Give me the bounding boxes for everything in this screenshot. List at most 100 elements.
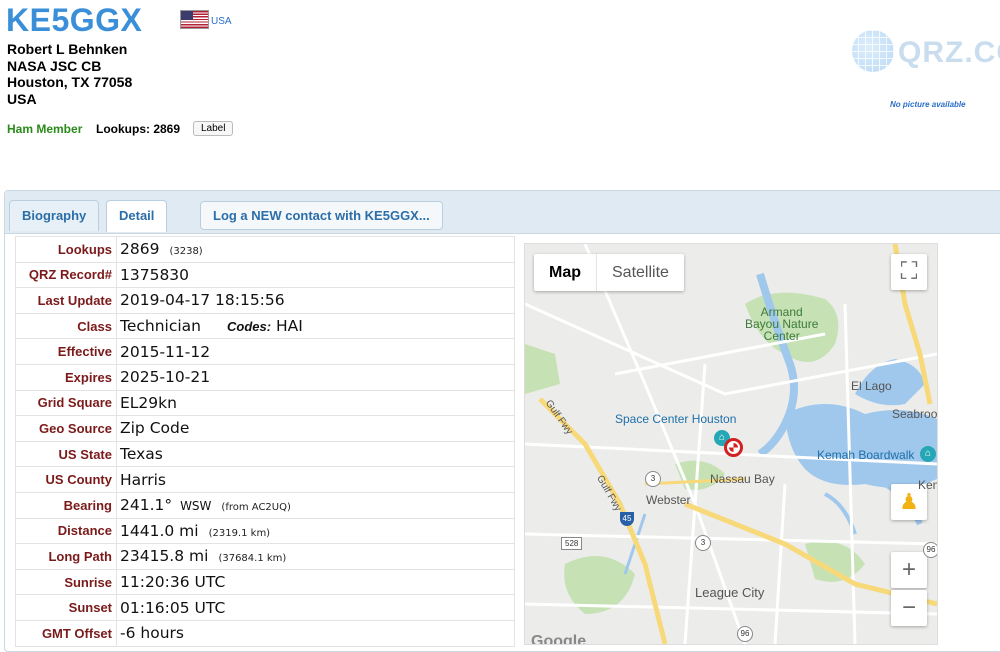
zoom-in-button[interactable]: + bbox=[891, 552, 927, 588]
field-label: US State bbox=[15, 440, 117, 468]
table-row: Sunset 01:16:05 UTC bbox=[15, 594, 515, 621]
address-block: Robert L Behnken NASA JSC CB Houston, TX… bbox=[7, 41, 132, 107]
table-row: Long Path 23415.8 mi (37684.1 km) bbox=[15, 543, 515, 570]
field-label: Class bbox=[15, 312, 117, 340]
table-row: Bearing 241.1° WSW (from AC2UQ) bbox=[15, 491, 515, 519]
attraction-icon[interactable]: ⌂ bbox=[920, 446, 936, 462]
bearing-from: (from AC2UQ) bbox=[221, 502, 291, 514]
codes-label: Codes: bbox=[227, 319, 272, 335]
interstate-45-shield-icon: 45 bbox=[620, 512, 634, 526]
field-label: Lookups bbox=[15, 236, 117, 263]
field-label: Sunrise bbox=[15, 568, 117, 596]
map-label-armand: Armand Bayou Nature Center bbox=[745, 305, 819, 343]
field-label: QRZ Record# bbox=[15, 261, 117, 289]
grid-value[interactable]: EL29kn bbox=[116, 389, 515, 417]
address-line2: NASA JSC CB bbox=[7, 57, 102, 74]
field-label: Bearing bbox=[15, 491, 117, 519]
country-label[interactable]: USA bbox=[211, 16, 232, 27]
class-value: Technician bbox=[120, 317, 201, 336]
tab-biography[interactable]: Biography bbox=[9, 200, 100, 231]
table-row: Last Update 2019-04-17 18:15:56 bbox=[15, 287, 515, 314]
lookups-value: 2869 bbox=[120, 240, 160, 259]
field-label: Effective bbox=[15, 338, 117, 365]
location-map[interactable]: Map Satellite ⛶ ♟ + − Armand Bayou Nature… bbox=[524, 243, 938, 645]
fullscreen-icon[interactable]: ⛶ bbox=[891, 254, 927, 290]
table-row: Effective 2015-11-12 bbox=[15, 338, 515, 365]
map-type-map-button[interactable]: Map bbox=[534, 254, 597, 291]
table-row: US State Texas bbox=[15, 440, 515, 468]
qrz-logo: QRZ.COM bbox=[852, 30, 1000, 74]
table-row: US County Harris bbox=[15, 466, 515, 493]
gmt-offset-value: -6 hours bbox=[116, 619, 515, 647]
map-type-control: Map Satellite bbox=[534, 254, 684, 291]
route-96-shield-icon: 96 bbox=[923, 542, 937, 558]
qrz-logo-text: QRZ.COM bbox=[898, 36, 1000, 69]
map-label-kemah: Kema bbox=[918, 478, 937, 492]
field-label: GMT Offset bbox=[15, 619, 117, 647]
long-path-value: 23415.8 mi bbox=[120, 547, 209, 566]
table-row: Grid Square EL29kn bbox=[15, 389, 515, 417]
address-line3: Houston, TX 77058 bbox=[7, 74, 133, 90]
map-label-league-city: League City bbox=[695, 585, 765, 600]
last-update-value: 2019-04-17 18:15:56 bbox=[116, 287, 515, 314]
effective-value: 2015-11-12 bbox=[116, 338, 515, 365]
long-path-km: (37684.1 km) bbox=[218, 553, 287, 565]
detail-panel: Biography Detail Log a NEW contact with … bbox=[4, 190, 1000, 652]
lookups-total: (3238) bbox=[169, 246, 203, 258]
field-label: Long Path bbox=[15, 543, 117, 570]
table-row: Geo Source Zip Code bbox=[15, 415, 515, 442]
map-label-seabrook: Seabrool bbox=[892, 407, 938, 421]
map-type-satellite-button[interactable]: Satellite bbox=[597, 254, 684, 291]
member-status: Ham Member bbox=[7, 122, 83, 136]
tab-bar: Biography Detail Log a NEW contact with … bbox=[5, 191, 1000, 234]
map-label-nassau-bay: Nassau Bay bbox=[710, 472, 775, 486]
usa-flag-icon bbox=[180, 10, 209, 29]
tab-detail[interactable]: Detail bbox=[106, 200, 168, 232]
distance-km: (2319.1 km) bbox=[208, 527, 271, 539]
route-96-shield-icon: 96 bbox=[737, 626, 753, 642]
label-button[interactable]: Label bbox=[193, 121, 234, 136]
map-label-el-lago: El Lago bbox=[851, 379, 892, 393]
sunset-value: 01:16:05 UTC bbox=[116, 594, 515, 621]
record-value: 1375830 bbox=[116, 261, 515, 289]
map-label-webster: Webster bbox=[646, 493, 691, 507]
map-label-space-center: Space Center Houston bbox=[615, 412, 737, 426]
bearing-value: 241.1° bbox=[120, 496, 173, 515]
field-label: US County bbox=[15, 466, 117, 493]
table-row: Lookups 2869 (3238) bbox=[15, 236, 515, 263]
callsign-title: KE5GGX bbox=[6, 2, 143, 38]
lookups-count: Lookups: 2869 bbox=[96, 122, 181, 136]
codes-value: HAI bbox=[276, 317, 303, 336]
state-value: Texas bbox=[116, 440, 515, 468]
operator-name: Robert L Behnken bbox=[7, 41, 128, 57]
table-row: Distance 1441.0 mi (2319.1 km) bbox=[15, 517, 515, 545]
route-3-shield-icon: 3 bbox=[645, 471, 661, 487]
address-line4: USA bbox=[7, 90, 37, 107]
sunrise-value: 11:20:36 UTC bbox=[116, 568, 515, 596]
bearing-direction: WSW bbox=[180, 499, 212, 514]
route-528-shield-icon: 528 bbox=[561, 537, 583, 550]
field-label: Grid Square bbox=[15, 389, 117, 417]
field-label: Geo Source bbox=[15, 415, 117, 442]
table-row: Expires 2025-10-21 bbox=[15, 363, 515, 391]
distance-value: 1441.0 mi bbox=[120, 521, 199, 540]
table-row: Sunrise 11:20:36 UTC bbox=[15, 568, 515, 596]
route-3-shield-icon: 3 bbox=[695, 535, 711, 551]
google-logo: Google bbox=[531, 633, 587, 645]
map-label-kemah-boardwalk: Kemah Boardwalk bbox=[817, 448, 915, 462]
table-row: QRZ Record# 1375830 bbox=[15, 261, 515, 289]
field-label: Last Update bbox=[15, 287, 117, 314]
expires-value: 2025-10-21 bbox=[116, 363, 515, 391]
location-pin-icon[interactable] bbox=[724, 438, 743, 457]
geo-source-value: Zip Code bbox=[116, 415, 515, 442]
county-value: Harris bbox=[116, 466, 515, 493]
globe-icon bbox=[852, 30, 894, 72]
table-row: Class Technician Codes: HAI bbox=[15, 312, 515, 340]
field-label: Sunset bbox=[15, 594, 117, 621]
detail-table: Lookups 2869 (3238) QRZ Record# 1375830 Las… bbox=[15, 236, 515, 647]
no-picture-text: No picture available bbox=[890, 100, 966, 109]
field-label: Distance bbox=[15, 517, 117, 545]
field-label: Expires bbox=[15, 363, 117, 391]
zoom-out-button[interactable]: − bbox=[891, 590, 927, 626]
log-contact-button[interactable]: Log a NEW contact with KE5GGX... bbox=[200, 201, 443, 230]
